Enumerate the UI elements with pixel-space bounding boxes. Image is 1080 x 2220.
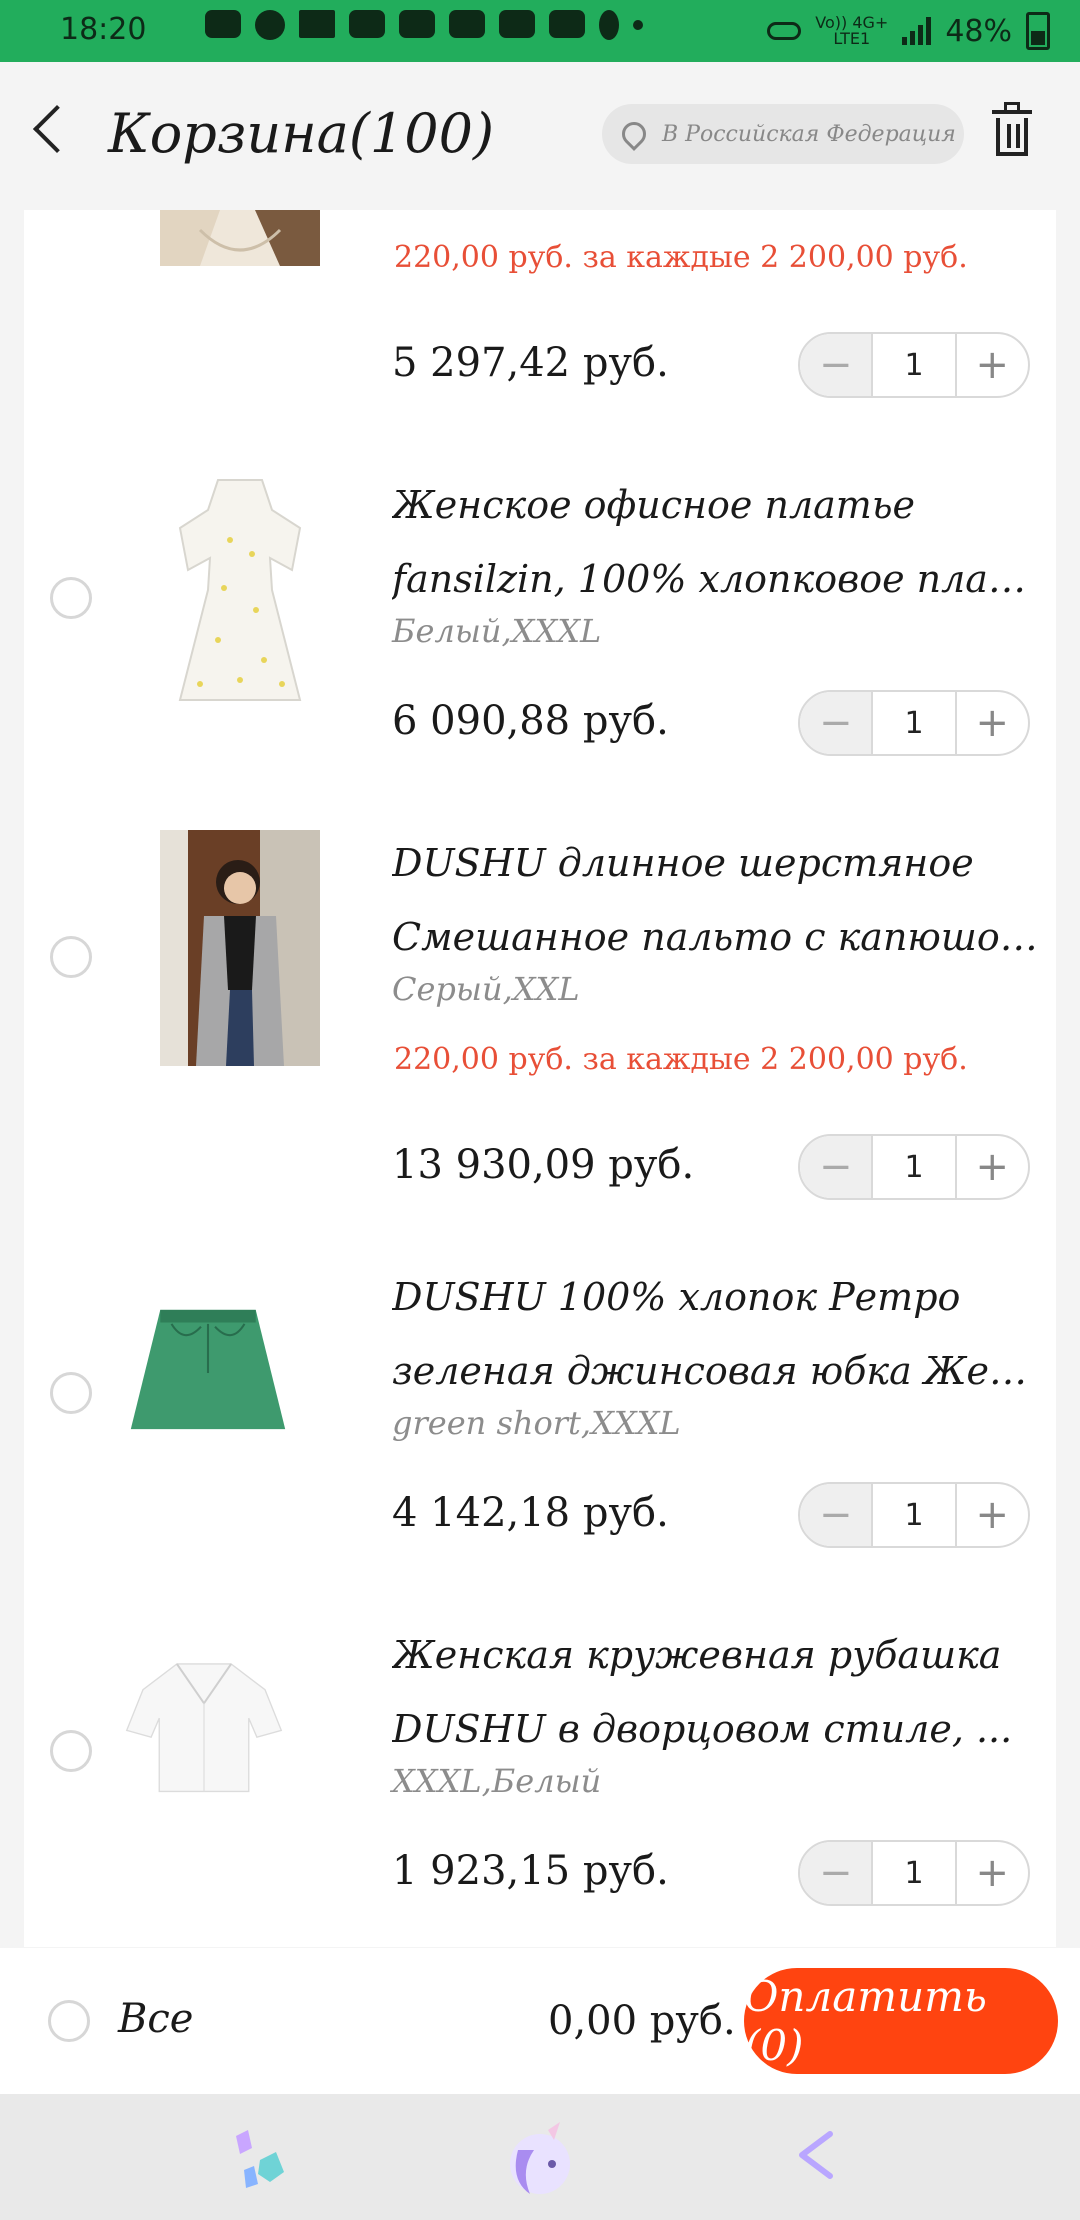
promo-text: 220,00 руб. за каждые 2 200,00 руб. bbox=[394, 1042, 968, 1077]
quantity-value[interactable]: 1 bbox=[871, 1484, 957, 1546]
more-notifications-icon bbox=[633, 20, 643, 30]
cart-item: Женское офисное платье fansilzin, 100% х… bbox=[24, 440, 1056, 798]
crystal-icon[interactable] bbox=[230, 2130, 290, 2194]
battery-icon bbox=[1026, 12, 1050, 50]
region-label: В Российская Федерация bbox=[662, 121, 956, 147]
item-variant[interactable]: green short,XXXL bbox=[392, 1404, 681, 1442]
system-indicators: Vo)) 4G+ LTE1 48% bbox=[767, 12, 1050, 50]
youtube-icon bbox=[499, 10, 535, 38]
status-time: 18:20 bbox=[60, 12, 147, 47]
quantity-stepper: − 1 + bbox=[798, 332, 1030, 398]
select-item-checkbox[interactable] bbox=[50, 1372, 92, 1414]
product-image[interactable] bbox=[124, 1622, 284, 1832]
quantity-stepper: − 1 + bbox=[798, 1840, 1030, 1906]
increase-button[interactable]: + bbox=[957, 1842, 1028, 1904]
checkout-bar: Все 0,00 руб. Оплатить (0) bbox=[0, 1948, 1080, 2094]
pay-button[interactable]: Оплатить (0) bbox=[744, 1968, 1058, 2074]
cart-item: DUSHU длинное шерстяное Смешанное пальто… bbox=[24, 798, 1056, 1230]
item-title[interactable]: Женское офисное платье fansilzin, 100% х… bbox=[392, 468, 1044, 616]
item-price: 4 142,18 руб. bbox=[392, 1490, 669, 1536]
youtube-icon bbox=[549, 10, 585, 38]
cart-list: 220,00 руб. за каждые 2 200,00 руб. 5 29… bbox=[24, 210, 1056, 1947]
youtube-icon bbox=[399, 10, 435, 38]
back-nav-icon[interactable] bbox=[796, 2130, 836, 2180]
select-all-label[interactable]: Все bbox=[118, 1996, 193, 2042]
item-price: 13 930,09 руб. bbox=[392, 1142, 695, 1188]
header: Корзина(100) В Российская Федерация bbox=[0, 62, 1080, 210]
select-item-checkbox[interactable] bbox=[50, 577, 92, 619]
decrease-button[interactable]: − bbox=[800, 1484, 872, 1546]
youtube-icon bbox=[349, 10, 385, 38]
quantity-stepper: − 1 + bbox=[798, 1482, 1030, 1548]
key-icon bbox=[767, 22, 802, 40]
item-title[interactable]: Женская кружевная рубашка DUSHU в дворцо… bbox=[392, 1618, 1044, 1766]
item-price: 1 923,15 руб. bbox=[392, 1848, 669, 1894]
product-image[interactable] bbox=[128, 1266, 288, 1466]
increase-button[interactable]: + bbox=[957, 334, 1028, 396]
quantity-value[interactable]: 1 bbox=[871, 334, 957, 396]
settings-icon bbox=[255, 10, 285, 40]
tiktok-icon bbox=[599, 10, 619, 40]
youtube-icon bbox=[205, 10, 241, 38]
select-item-checkbox[interactable] bbox=[50, 1730, 92, 1772]
telegram-icon bbox=[299, 10, 335, 38]
decrease-button[interactable]: − bbox=[800, 1842, 872, 1904]
promo-text: 220,00 руб. за каждые 2 200,00 руб. bbox=[394, 240, 968, 275]
network-type: Vo)) 4G+ LTE1 bbox=[815, 13, 889, 48]
decrease-button[interactable]: − bbox=[800, 334, 872, 396]
location-pin-icon bbox=[617, 117, 651, 151]
cart-item: Женская кружевная рубашка DUSHU в дворцо… bbox=[24, 1588, 1056, 1947]
system-nav-bar bbox=[0, 2094, 1080, 2220]
quantity-value[interactable]: 1 bbox=[871, 692, 957, 754]
youtube-icon bbox=[449, 10, 485, 38]
item-price: 5 297,42 руб. bbox=[392, 340, 669, 386]
increase-button[interactable]: + bbox=[957, 692, 1028, 754]
trash-icon[interactable] bbox=[992, 102, 1032, 158]
quantity-stepper: − 1 + bbox=[798, 1134, 1030, 1200]
page-title: Корзина(100) bbox=[108, 102, 495, 165]
product-image[interactable] bbox=[160, 830, 320, 1066]
increase-button[interactable]: + bbox=[957, 1484, 1028, 1546]
product-image[interactable] bbox=[160, 210, 320, 266]
increase-button[interactable]: + bbox=[957, 1136, 1028, 1198]
item-title[interactable]: DUSHU длинное шерстяное Смешанное пальто… bbox=[392, 826, 1044, 974]
decrease-button[interactable]: − bbox=[800, 1136, 872, 1198]
product-image[interactable] bbox=[160, 470, 320, 710]
battery-percent: 48% bbox=[945, 13, 1012, 49]
cart-item: 220,00 руб. за каждые 2 200,00 руб. 5 29… bbox=[24, 210, 1056, 440]
quantity-value[interactable]: 1 bbox=[871, 1842, 957, 1904]
signal-icon bbox=[902, 17, 932, 45]
decrease-button[interactable]: − bbox=[800, 692, 872, 754]
region-selector[interactable]: В Российская Федерация bbox=[602, 104, 964, 164]
back-arrow-icon[interactable] bbox=[32, 104, 82, 154]
select-all-checkbox[interactable] bbox=[48, 2000, 90, 2042]
status-bar: 18:20 Vo)) 4G+ LTE1 48% bbox=[0, 0, 1080, 62]
item-variant[interactable]: Серый,XXL bbox=[392, 970, 580, 1008]
unicorn-icon[interactable] bbox=[500, 2120, 580, 2200]
item-title[interactable]: DUSHU 100% хлопок Ретро зеленая джинсова… bbox=[392, 1260, 1044, 1408]
cart-item: DUSHU 100% хлопок Ретро зеленая джинсова… bbox=[24, 1230, 1056, 1588]
item-variant[interactable]: Белый,XXXL bbox=[392, 612, 601, 650]
total-amount: 0,00 руб. bbox=[548, 1998, 736, 2044]
quantity-value[interactable]: 1 bbox=[871, 1136, 957, 1198]
notification-icons bbox=[205, 10, 643, 40]
select-item-checkbox[interactable] bbox=[50, 936, 92, 978]
quantity-stepper: − 1 + bbox=[798, 690, 1030, 756]
item-variant[interactable]: XXXL,Белый bbox=[392, 1762, 601, 1800]
item-price: 6 090,88 руб. bbox=[392, 698, 669, 744]
